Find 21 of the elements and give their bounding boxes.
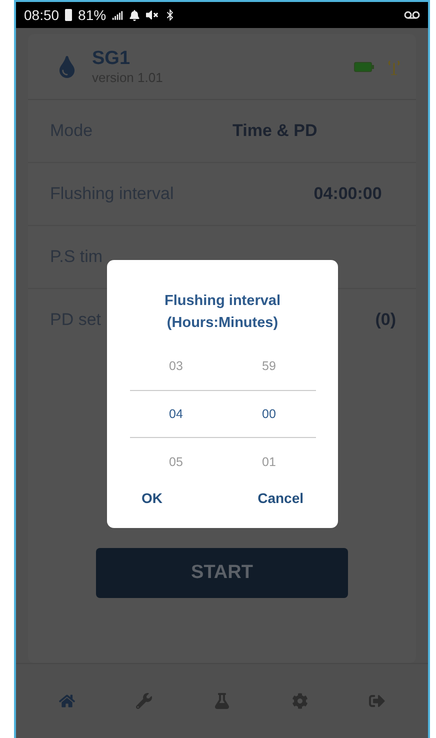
battery-icon xyxy=(354,62,374,72)
clock-time: 08:50 xyxy=(24,7,60,23)
cancel-button[interactable]: Cancel xyxy=(254,486,308,510)
dialog-subtitle: (Hours:Minutes) xyxy=(166,314,278,333)
start-button[interactable]: START xyxy=(96,548,348,598)
picker-value[interactable]: 04 xyxy=(169,407,183,421)
ok-button[interactable]: OK xyxy=(138,486,166,510)
voicemail-icon xyxy=(404,10,420,20)
picker-value[interactable]: 59 xyxy=(262,359,276,373)
device-name: SG1 xyxy=(92,48,132,70)
antenna-icon xyxy=(388,58,400,74)
picker-value[interactable]: 05 xyxy=(169,455,183,469)
battery-percent: 81% xyxy=(78,7,106,23)
picker-value[interactable]: 01 xyxy=(262,455,276,469)
dialog-title: Flushing interval xyxy=(164,292,280,311)
mute-icon xyxy=(146,9,158,21)
signal-icon xyxy=(112,10,124,20)
alarm-icon xyxy=(129,10,140,20)
battery-icon xyxy=(65,9,72,21)
picker-value[interactable]: 00 xyxy=(262,407,276,421)
picker-value[interactable]: 03 xyxy=(169,359,183,373)
